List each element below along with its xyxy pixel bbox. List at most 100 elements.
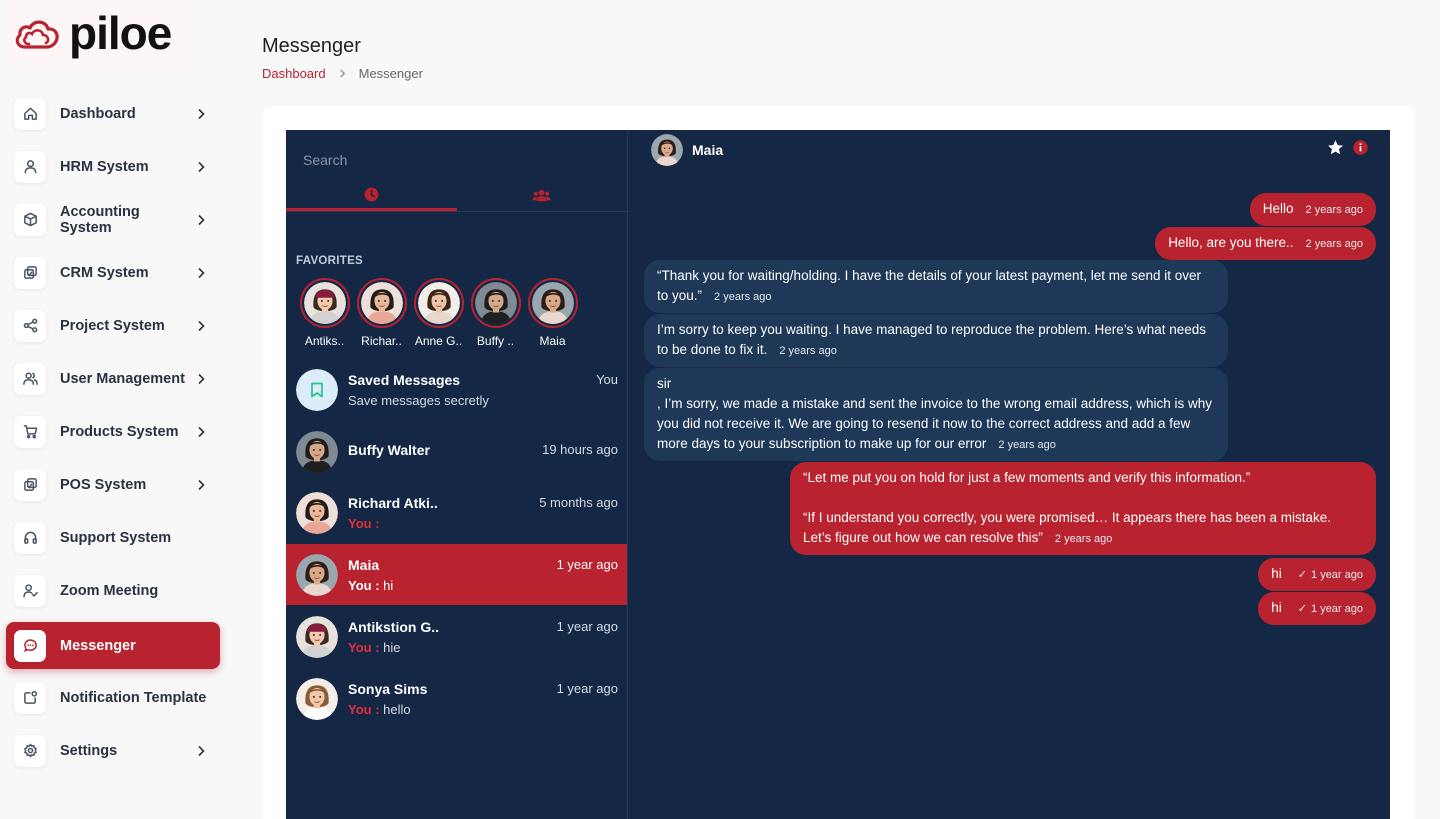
favorite-contact[interactable]: Antiks.. bbox=[296, 278, 353, 348]
contacts-panel: FAVORITES Antiks.. Richar.. Anne G.. bbox=[286, 130, 628, 819]
sidebar-item-products-system[interactable]: Products System bbox=[6, 408, 220, 455]
message-time: 2 years ago bbox=[714, 291, 772, 303]
saved-messages-tag: You bbox=[596, 372, 618, 387]
sidebar: piloe Dashboard HRM System Accounting Sy… bbox=[0, 0, 232, 819]
last-message-text: hello bbox=[379, 701, 411, 717]
clock-icon bbox=[364, 187, 379, 201]
avatar[interactable] bbox=[651, 134, 683, 166]
contact-item[interactable]: Antikstion G.. 1 year ago You : hie bbox=[286, 606, 627, 667]
cart-icon bbox=[14, 415, 46, 448]
cloud-logo-icon bbox=[15, 20, 59, 49]
users-group-icon bbox=[532, 189, 551, 202]
sidebar-item-settings[interactable]: Settings bbox=[6, 727, 220, 774]
info-icon[interactable] bbox=[1352, 139, 1369, 156]
message-time: 2 years ago bbox=[1305, 238, 1363, 250]
avatar bbox=[296, 491, 338, 534]
tab-groups[interactable] bbox=[457, 180, 628, 211]
favorite-name: Anne G.. bbox=[414, 334, 463, 348]
sidebar-item-label: Products System bbox=[60, 423, 179, 440]
saved-messages-item[interactable]: Saved Messages You Save messages secretl… bbox=[286, 359, 627, 420]
notification-icon bbox=[14, 681, 46, 714]
conversation-contact-name[interactable]: Maia bbox=[692, 142, 723, 158]
favorite-contact[interactable]: Buffy .. bbox=[467, 278, 524, 348]
sidebar-item-label: Support System bbox=[60, 529, 172, 546]
last-message-text: hie bbox=[379, 639, 401, 655]
sidebar-item-label: Settings bbox=[60, 742, 118, 759]
chevron-right-icon bbox=[198, 426, 205, 437]
contact-last-message: You : hello bbox=[348, 702, 627, 717]
sidebar-item-notification-template[interactable]: Notification Template bbox=[6, 674, 220, 721]
contact-item[interactable]: Buffy Walter 19 hours ago bbox=[286, 421, 627, 482]
sidebar-item-label: Project System bbox=[60, 317, 165, 334]
sidebar-item-label: User Management bbox=[60, 370, 185, 387]
avatar bbox=[296, 615, 338, 658]
contact-item[interactable]: Maia 1 year ago You : hi bbox=[286, 544, 627, 605]
sidebar-item-zoom-meeting[interactable]: Zoom Meeting bbox=[6, 567, 220, 614]
you-label: You : bbox=[348, 639, 380, 655]
search-input[interactable] bbox=[286, 138, 627, 182]
avatar bbox=[299, 278, 350, 328]
sidebar-item-user-management[interactable]: User Management bbox=[6, 355, 220, 402]
favorite-contact[interactable]: Richar.. bbox=[353, 278, 410, 348]
star-icon[interactable] bbox=[1327, 139, 1344, 156]
sidebar-item-messenger[interactable]: Messenger bbox=[6, 622, 220, 669]
conversation-header: Maia bbox=[628, 130, 1390, 170]
home-icon bbox=[14, 97, 46, 130]
contact-time: 1 year ago bbox=[556, 619, 618, 634]
breadcrumb: Dashboard Messenger bbox=[262, 66, 423, 81]
chevron-right-icon bbox=[198, 214, 205, 225]
breadcrumb-chevron-icon bbox=[338, 67, 347, 81]
chevron-right-icon bbox=[198, 373, 205, 384]
contact-item[interactable]: Richard Atki.. 5 months ago You : bbox=[286, 482, 627, 543]
sidebar-item-accounting-system[interactable]: Accounting System bbox=[6, 196, 220, 243]
contact-item[interactable]: Sonya Sims 1 year ago You : hello bbox=[286, 668, 627, 729]
contact-time: 5 months ago bbox=[539, 495, 618, 510]
favorites-row: Antiks.. Richar.. Anne G.. Buffy .. Maia bbox=[296, 278, 581, 348]
message-text: hi bbox=[1271, 566, 1282, 581]
share-icon bbox=[14, 309, 46, 342]
received-message: sir , I’m sorry, we made a mistake and se… bbox=[644, 368, 1228, 461]
sidebar-item-label: POS System bbox=[60, 476, 147, 493]
favorite-contact[interactable]: Anne G.. bbox=[410, 278, 467, 348]
message-text: Hello, are you there.. bbox=[1168, 235, 1294, 250]
received-message: “Thank you for waiting/holding. I have t… bbox=[644, 260, 1228, 313]
layers-icon bbox=[14, 256, 46, 289]
contact-last-message: You : hi bbox=[348, 578, 627, 593]
avatar bbox=[296, 553, 338, 596]
sidebar-item-hrm-system[interactable]: HRM System bbox=[6, 143, 220, 190]
box-icon bbox=[14, 203, 46, 236]
you-label: You : bbox=[348, 577, 380, 593]
favorite-contact[interactable]: Maia bbox=[524, 278, 581, 348]
sidebar-item-pos-system[interactable]: POS System bbox=[6, 461, 220, 508]
sidebar-item-project-system[interactable]: Project System bbox=[6, 302, 220, 349]
received-message: I’m sorry to keep you waiting. I have ma… bbox=[644, 314, 1228, 367]
avatar bbox=[527, 278, 578, 328]
contact-tabs bbox=[286, 180, 627, 212]
sidebar-item-label: Dashboard bbox=[60, 105, 136, 122]
brand-logo[interactable]: piloe bbox=[9, 0, 193, 70]
sent-message: Hello 2 years ago bbox=[1249, 193, 1376, 226]
avatar bbox=[296, 677, 338, 720]
sidebar-item-label: Zoom Meeting bbox=[60, 582, 159, 599]
chevron-right-icon bbox=[198, 267, 205, 278]
last-message-text: hi bbox=[379, 577, 394, 593]
contact-last-message: You : hie bbox=[348, 640, 627, 655]
message-text: “Let me put you on hold for just a few m… bbox=[803, 470, 1251, 485]
avatar bbox=[413, 278, 464, 328]
sidebar-item-label: CRM System bbox=[60, 264, 149, 281]
chevron-right-icon bbox=[198, 479, 205, 490]
sent-message: hi ✓ 1 year ago bbox=[1258, 558, 1376, 591]
users-icon bbox=[14, 362, 46, 395]
contact-name: Buffy Walter bbox=[348, 441, 430, 458]
tab-recent[interactable] bbox=[286, 180, 457, 211]
contact-last-message: You : bbox=[348, 516, 627, 531]
message-time: 1 year ago bbox=[1311, 603, 1363, 615]
page-title: Messenger bbox=[262, 35, 361, 57]
sent-message: hi ✓ 1 year ago bbox=[1258, 592, 1376, 625]
sidebar-item-dashboard[interactable]: Dashboard bbox=[6, 90, 220, 137]
breadcrumb-dashboard-link[interactable]: Dashboard bbox=[262, 66, 326, 81]
sidebar-item-crm-system[interactable]: CRM System bbox=[6, 249, 220, 296]
layers-icon bbox=[14, 468, 46, 501]
sidebar-item-support-system[interactable]: Support System bbox=[6, 514, 220, 561]
message-time: 2 years ago bbox=[1305, 204, 1363, 216]
